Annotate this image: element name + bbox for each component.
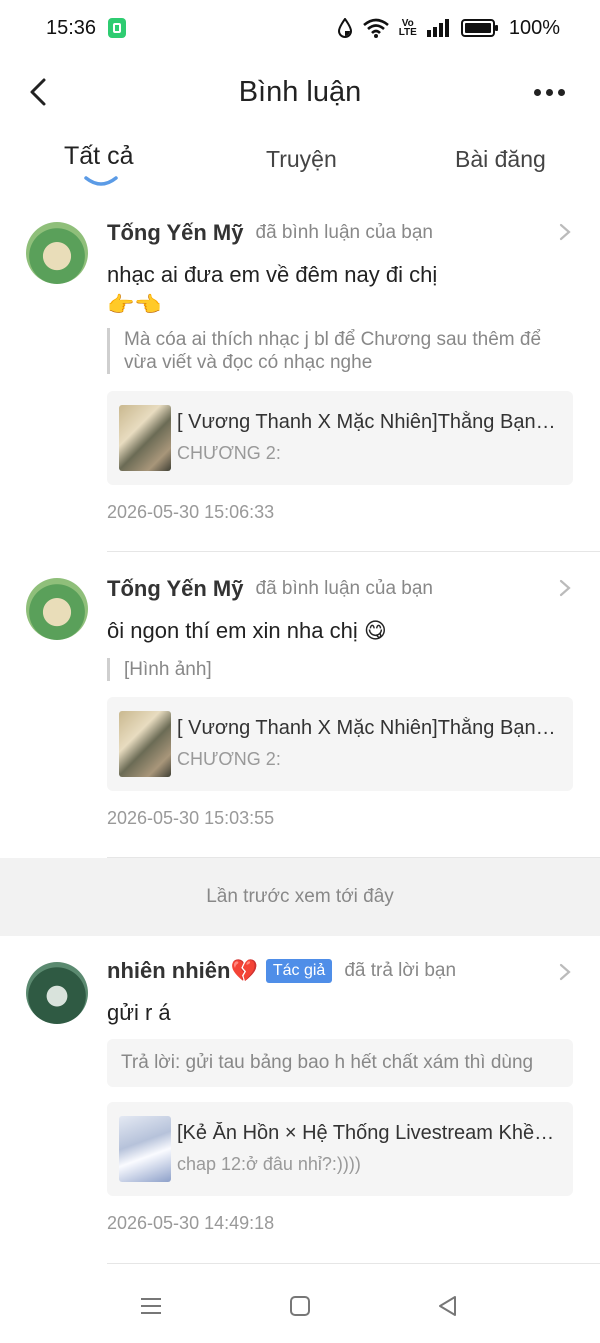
divider [107, 551, 600, 552]
story-card[interactable]: [Kẻ Ăn Hồn × Hệ Thống Livestream Khều ..… [107, 1102, 573, 1196]
comment-text: ôi ngon thí em xin nha chị 😋 [107, 618, 387, 643]
volte-indicator: Vo LTE [398, 18, 417, 38]
comment-action: đã bình luận của bạn [255, 578, 434, 599]
comment-text: nhạc ai đưa em về đêm nay đi chị [107, 262, 438, 287]
story-title: [Kẻ Ăn Hồn × Hệ Thống Livestream Khều ..… [177, 1122, 561, 1144]
active-tab-indicator [84, 176, 118, 186]
story-cover [119, 405, 171, 471]
last-read-label: Lần trước xem tới đây [206, 886, 394, 907]
comment-action: đã trả lời bạn [344, 960, 457, 981]
data-saver-icon [337, 18, 352, 38]
divider [107, 1263, 600, 1264]
tab-stories[interactable]: Truyện [266, 146, 337, 173]
wifi-icon [362, 18, 389, 38]
tab-bar: Tất cả Truyện Bài đăng [0, 132, 600, 194]
comment-action: đã bình luận của bạn [255, 222, 434, 243]
chapter-label: CHƯƠNG 2: [177, 749, 281, 769]
battery-icon [460, 19, 498, 37]
app-notification-icon [108, 18, 127, 38]
replied-comment: Trả lời: gửi tau bảng bao h hết chất xám… [107, 1039, 573, 1087]
story-title: [ Vương Thanh X Mặc Nhiên]Thằng Bạn C... [177, 717, 561, 739]
back-triangle-icon[interactable] [436, 1294, 460, 1318]
status-bar: 15:36 Vo LTE 100% [0, 0, 600, 56]
signal-icon [426, 19, 449, 37]
tab-posts[interactable]: Bài đăng [455, 146, 546, 173]
commenter-name[interactable]: nhiên nhiên💔 [107, 958, 258, 984]
comment-timestamp: 2026-05-30 15:03:55 [107, 808, 275, 828]
chevron-right-icon[interactable] [558, 578, 572, 598]
commenter-name[interactable]: Tống Yến Mỹ [107, 576, 244, 602]
chapter-label: chap 12:ở đâu nhỉ?:)))) [177, 1154, 361, 1174]
status-time: 15:36 [46, 16, 97, 39]
page-title: Bình luận [238, 75, 362, 108]
chevron-right-icon[interactable] [558, 962, 572, 982]
story-card[interactable]: [ Vương Thanh X Mặc Nhiên]Thằng Bạn C...… [107, 391, 573, 485]
avatar[interactable] [26, 222, 88, 284]
author-badge: Tác giả [265, 959, 333, 983]
avatar[interactable] [26, 962, 88, 1024]
story-cover [119, 711, 171, 777]
commenter-name[interactable]: Tống Yến Mỹ [107, 220, 244, 246]
home-icon[interactable] [288, 1294, 312, 1318]
avatar[interactable] [26, 578, 88, 640]
last-read-marker: Lần trước xem tới đây [0, 858, 600, 936]
battery-percent: 100% [508, 16, 560, 39]
comment-emoji: 👉👈 [107, 292, 162, 317]
back-arrow-icon[interactable] [26, 74, 56, 110]
tab-all[interactable]: Tất cả [64, 142, 133, 171]
chapter-label: CHƯƠNG 2: [177, 443, 281, 463]
story-cover [119, 1116, 171, 1182]
menu-icon[interactable] [139, 1294, 163, 1318]
comment-timestamp: 2026-05-30 15:06:33 [107, 502, 275, 522]
app-header: Bình luận [0, 56, 600, 128]
comment-timestamp: 2026-05-30 14:49:18 [107, 1213, 275, 1233]
story-card[interactable]: [ Vương Thanh X Mặc Nhiên]Thằng Bạn C...… [107, 697, 573, 791]
quoted-comment: Mà cóa ai thích nhạc j bl để Chương sau … [107, 328, 562, 374]
system-nav-bar [0, 1280, 600, 1343]
quoted-comment: [Hình ảnh] [107, 658, 562, 681]
more-options-icon[interactable] [534, 80, 570, 104]
story-title: [ Vương Thanh X Mặc Nhiên]Thằng Bạn C... [177, 411, 561, 433]
chevron-right-icon[interactable] [558, 222, 572, 242]
comment-text: gửi r á [107, 1000, 171, 1025]
